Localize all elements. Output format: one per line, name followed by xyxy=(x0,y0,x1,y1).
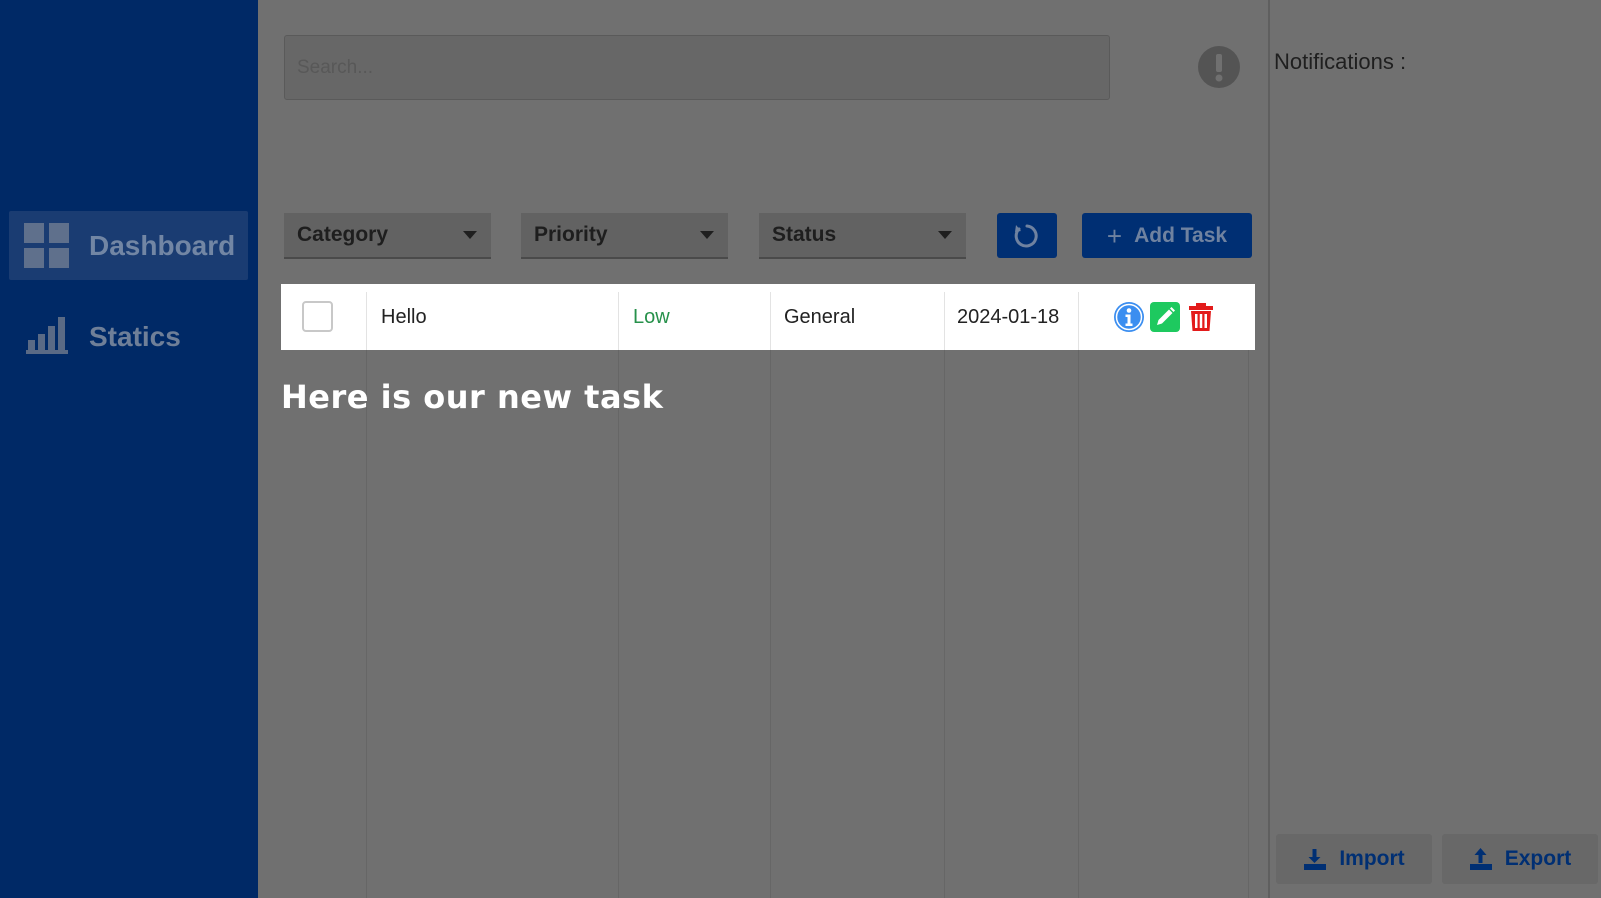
cell-divider xyxy=(944,292,945,350)
sidebar-item-label: Dashboard xyxy=(89,229,236,261)
sidebar-item-label: Statics xyxy=(89,320,181,352)
cell-divider xyxy=(618,292,619,350)
task-priority: Low xyxy=(633,305,670,328)
plus-icon: + xyxy=(1106,220,1123,251)
column-divider xyxy=(1248,284,1249,898)
table-row[interactable]: Hello Low General 2024-01-18 xyxy=(281,284,1255,350)
import-icon xyxy=(1304,849,1327,870)
refresh-button[interactable] xyxy=(997,213,1057,258)
add-task-label: Add Task xyxy=(1134,223,1228,247)
priority-dropdown-label: Priority xyxy=(534,223,608,246)
column-divider xyxy=(618,284,619,898)
export-icon xyxy=(1469,848,1492,870)
import-label: Import xyxy=(1339,847,1405,870)
annotation-text: Here is our new task xyxy=(281,378,664,416)
alert-icon[interactable] xyxy=(1197,45,1241,89)
notifications-title: Notifications : xyxy=(1274,49,1407,74)
info-icon[interactable] xyxy=(1113,301,1145,333)
sidebar-item-dashboard[interactable]: Dashboard xyxy=(9,211,248,280)
chevron-down-icon xyxy=(463,231,477,239)
cell-divider xyxy=(1078,292,1079,350)
export-label: Export xyxy=(1504,847,1572,870)
trash-icon[interactable] xyxy=(1185,301,1217,333)
chevron-down-icon xyxy=(700,231,714,239)
add-task-button[interactable]: + Add Task xyxy=(1082,213,1252,258)
column-divider xyxy=(944,284,945,898)
search-input[interactable] xyxy=(284,35,1110,100)
dashboard-grid-icon xyxy=(24,222,69,268)
column-divider xyxy=(366,284,367,898)
import-button[interactable]: Import xyxy=(1276,834,1432,884)
task-category: General xyxy=(784,305,856,328)
category-dropdown-label: Category xyxy=(297,223,389,246)
category-dropdown[interactable]: Category xyxy=(284,213,491,259)
task-title: Hello xyxy=(381,305,427,328)
status-dropdown[interactable]: Status xyxy=(759,213,966,259)
refresh-icon xyxy=(1014,224,1038,247)
column-divider xyxy=(1078,284,1079,898)
export-button[interactable]: Export xyxy=(1442,834,1598,884)
task-date: 2024-01-18 xyxy=(957,305,1060,328)
sidebar-item-statics[interactable]: Statics xyxy=(9,302,248,371)
task-complete-checkbox[interactable] xyxy=(302,301,333,332)
bar-chart-icon xyxy=(26,316,68,354)
status-dropdown-label: Status xyxy=(772,223,837,246)
panel-divider xyxy=(1268,0,1270,898)
chevron-down-icon xyxy=(938,231,952,239)
cell-divider xyxy=(770,292,771,350)
cell-divider xyxy=(366,292,367,350)
sidebar: Dashboard Statics xyxy=(0,0,258,898)
task-actions xyxy=(1113,284,1217,350)
edit-icon[interactable] xyxy=(1149,301,1181,333)
priority-dropdown[interactable]: Priority xyxy=(521,213,728,259)
column-divider xyxy=(770,284,771,898)
